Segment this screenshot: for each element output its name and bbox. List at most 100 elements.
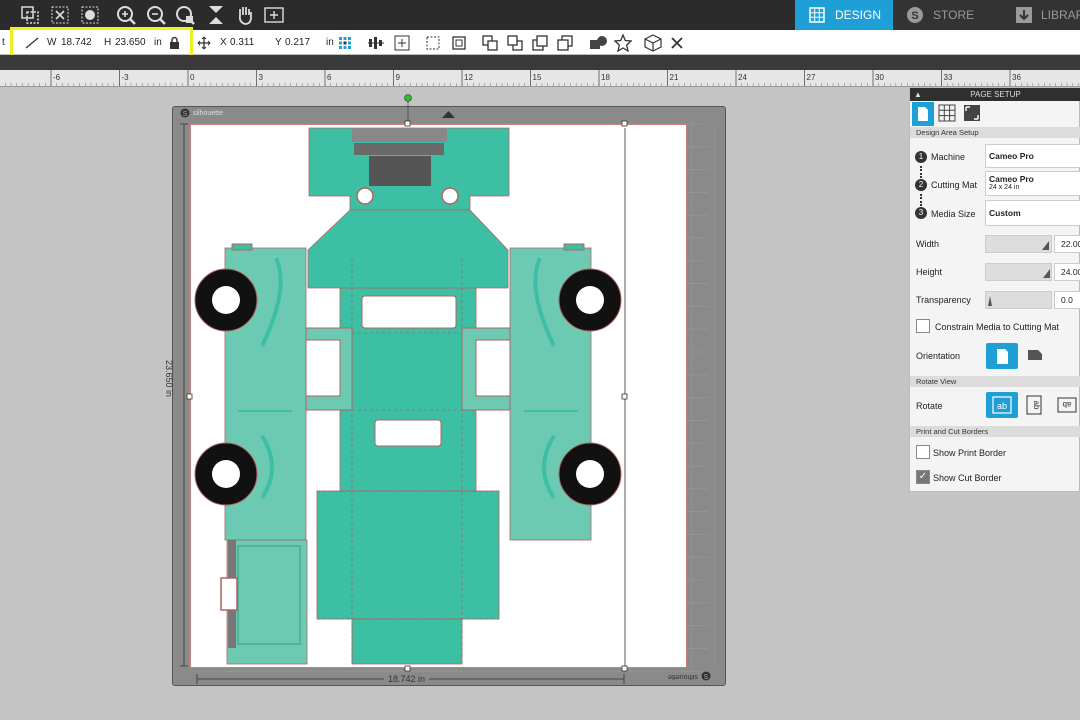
ruler-tick-label: 24: [738, 73, 747, 82]
tab-design[interactable]: DESIGN: [794, 0, 893, 30]
page-setup-panel: ▲ PAGE SETUP Design Area Setup 1 Machine…: [909, 87, 1080, 492]
ruler-tick-label: 9: [396, 73, 401, 82]
width-dimension-label: 18.742 in: [384, 674, 430, 684]
move-arrows-icon[interactable]: [197, 34, 211, 51]
tab-store[interactable]: S STORE: [893, 0, 1003, 30]
close-icon[interactable]: [670, 34, 684, 51]
step-2-badge: 2: [915, 179, 927, 191]
grid-icon: [807, 5, 827, 25]
show-cut-border-checkbox[interactable]: ✓: [916, 470, 930, 484]
svg-text:ab: ab: [997, 401, 1007, 411]
pan-hand-icon[interactable]: [233, 3, 257, 27]
rotate-0-button[interactable]: ab: [986, 392, 1018, 418]
ruler-tick-label: 21: [670, 73, 679, 82]
ruler-tick-label: 3: [259, 73, 264, 82]
truck-cab[interactable]: [308, 127, 510, 211]
cutting-mat-value: Cameo Pro: [989, 174, 1034, 184]
send-to-back-icon[interactable]: [507, 34, 523, 51]
delete-selection-icon[interactable]: [48, 3, 72, 27]
3d-box-icon[interactable]: [644, 33, 662, 52]
truck-design[interactable]: [172, 88, 732, 688]
panel-title: PAGE SETUP: [970, 90, 1021, 99]
registration-tab-icon[interactable]: [963, 104, 981, 125]
landscape-orientation-icon[interactable]: [1026, 347, 1044, 366]
align-icon[interactable]: [367, 34, 385, 51]
height-input[interactable]: 24.00: [1054, 263, 1080, 281]
show-print-border-checkbox[interactable]: [916, 445, 930, 459]
rotate-label: Rotate: [916, 401, 943, 411]
media-size-label: Media Size: [931, 209, 976, 219]
constrain-media-label: Constrain Media to Cutting Mat: [935, 322, 1060, 332]
grid-tab-icon[interactable]: [938, 104, 956, 125]
shapes-star-icon[interactable]: [614, 33, 632, 52]
cutting-mat-label: Cutting Mat: [931, 180, 978, 190]
ruler-tick-label: 27: [807, 73, 816, 82]
page-setup-tab-icon[interactable]: [912, 102, 934, 126]
silhouette-s-icon: S: [905, 5, 925, 25]
tab-library-label: LIBRAR: [1041, 8, 1080, 22]
rotate-90-icon[interactable]: ab: [1025, 394, 1043, 419]
tab-library[interactable]: LIBRAR: [1003, 0, 1080, 30]
constrain-media-checkbox[interactable]: [916, 319, 930, 333]
reference-point-icon[interactable]: [338, 34, 352, 51]
transparency-input[interactable]: 0.0: [1054, 291, 1080, 309]
page-up-arrow-icon[interactable]: [442, 111, 455, 118]
portrait-orientation-button[interactable]: [986, 343, 1018, 369]
panel-header: ▲ PAGE SETUP: [910, 88, 1080, 101]
top-toolbar: DESIGN S STORE LIBRAR: [0, 0, 1080, 30]
y-input[interactable]: 0.217: [285, 35, 325, 50]
step-1-badge: 1: [915, 151, 927, 163]
step-connector: [920, 194, 922, 206]
height-slider[interactable]: [985, 263, 1052, 281]
rotate-view-section: Rotate View: [910, 376, 1080, 387]
tab-store-label: STORE: [933, 8, 975, 22]
ruler-tick-label: 15: [533, 73, 542, 82]
weld-icon[interactable]: [589, 34, 607, 51]
center-to-page-icon[interactable]: [394, 34, 410, 51]
truncated-label: t: [2, 37, 5, 48]
position-unit: in: [326, 37, 334, 48]
machine-select[interactable]: Cameo Pro: [985, 144, 1080, 168]
cutting-mat-select[interactable]: Cameo Pro 24 x 24 in: [985, 171, 1080, 196]
machine-label: Machine: [931, 152, 966, 162]
horizontal-ruler: -6 -3 0 3 6 9 12 15 18 21 24 27 30 33 36: [0, 70, 1080, 87]
show-cut-border-label: Show Cut Border: [933, 473, 1002, 483]
width-slider[interactable]: [985, 235, 1052, 253]
y-label: Y: [275, 37, 282, 48]
ruler-tick-label: 12: [464, 73, 473, 82]
rotate-180-icon[interactable]: ab: [1056, 396, 1078, 417]
height-label: Height: [916, 267, 943, 277]
rotate-handle[interactable]: [404, 94, 412, 102]
bring-forward-icon[interactable]: [532, 34, 548, 51]
tab-design-label: DESIGN: [834, 8, 881, 22]
truck-body[interactable]: [316, 258, 500, 665]
palette-icon[interactable]: [78, 3, 102, 27]
bring-to-front-icon[interactable]: [482, 34, 498, 51]
transparency-slider[interactable]: [985, 291, 1052, 309]
ruler-tick-label: -3: [122, 73, 130, 82]
duplicate-icon[interactable]: [18, 3, 42, 27]
design-area-section: Design Area Setup: [910, 127, 1080, 138]
fit-to-page-icon[interactable]: [204, 3, 228, 27]
x-label: X: [220, 37, 227, 48]
ruler-tick-label: -6: [53, 73, 61, 82]
send-backward-icon[interactable]: [557, 34, 573, 51]
zoom-select-icon[interactable]: [173, 3, 197, 27]
ruler-tick-label: 33: [944, 73, 953, 82]
collapse-icon[interactable]: ▲: [914, 88, 922, 101]
orientation-label: Orientation: [916, 351, 961, 361]
media-size-select[interactable]: Custom: [985, 200, 1080, 226]
group-icon[interactable]: [425, 34, 441, 51]
zoom-in-icon[interactable]: [114, 3, 138, 27]
ruler-tick-label: 36: [1012, 73, 1021, 82]
ungroup-icon[interactable]: [451, 34, 467, 51]
step-3-badge: 3: [915, 207, 927, 219]
toolbar-shadow-band: [0, 55, 1080, 70]
move-view-icon[interactable]: [262, 3, 286, 27]
print-cut-borders-section: Print and Cut Borders: [910, 426, 1080, 437]
width-input[interactable]: 22.00: [1054, 235, 1080, 253]
ruler-tick-label: 0: [190, 73, 195, 82]
zoom-out-icon[interactable]: [144, 3, 168, 27]
svg-text:ab: ab: [1032, 401, 1041, 410]
x-input[interactable]: 0.311: [230, 35, 272, 50]
